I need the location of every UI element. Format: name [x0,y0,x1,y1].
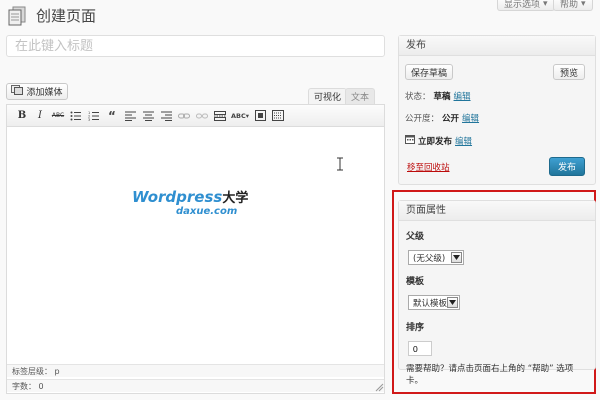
watermark-word-top: Wordpress [132,188,223,206]
align-center-icon[interactable] [139,107,157,125]
template-select-value: 默认模板 [413,298,448,309]
tag-path-value[interactable]: p [55,367,60,376]
parent-select-value: (无父级) [413,253,446,264]
publish-box: 发布 保存草稿 预览 状态： 草稿 编辑 公开度： 公开 编辑 立即发布 编辑 … [398,35,596,185]
word-count-label: 字数： [12,382,36,391]
order-label: 排序 [406,323,425,333]
order-input[interactable] [408,341,432,356]
help-tab[interactable]: 帮助 ▾ [553,0,593,11]
watermark-word-bottom: daxue.com [176,206,238,217]
visibility-value: 公开 [442,114,460,124]
italic-icon[interactable]: I [31,107,49,125]
tab-text[interactable]: 文本 [345,88,376,104]
chevron-down-icon: ▾ [543,0,548,9]
svg-text:3: 3 [88,118,90,121]
page-title: 创建页面 [36,7,97,25]
template-label: 模板 [406,277,425,287]
save-draft-button[interactable]: 保存草稿 [405,64,453,80]
media-icon [11,85,24,98]
tag-path-bar: 标签层级： p [7,364,384,377]
help-label: 帮助 [560,0,579,10]
fullscreen-icon[interactable] [251,107,269,125]
help-text: 需要帮助？请点击页面右上角的 “帮助” 选项卡。 [406,364,574,386]
blockquote-icon[interactable]: “ [103,107,121,125]
strikethrough-icon[interactable]: ABC [49,107,67,125]
schedule-edit-link[interactable]: 编辑 [455,135,472,147]
tab-visual[interactable]: 可视化 [308,88,348,104]
word-count-value: 0 [38,382,44,391]
more-tag-icon[interactable] [211,107,229,125]
page-attributes-box: 页面属性 父级 (无父级) 模板 默认模板 排序 需要帮助？请点击页面右上角的 … [398,200,596,386]
watermark-logo: Wordpress大学 daxue.com [132,188,272,218]
watermark-word-cn: 大学 [222,191,249,206]
spellcheck-icon[interactable]: ABC▾ [229,107,251,125]
visibility-edit-link[interactable]: 编辑 [462,112,479,124]
screen-options-label: 显示选项 [504,0,541,10]
pages-icon [8,6,26,26]
schedule-value: 立即发布 [418,136,453,147]
screen-options-tab[interactable]: 显示选项 ▾ [497,0,555,11]
preview-button[interactable]: 预览 [553,64,585,80]
parent-select[interactable]: (无父级) [408,250,464,265]
resize-handle-icon[interactable] [374,382,384,392]
chevron-down-icon [451,252,462,263]
align-left-icon[interactable] [121,107,139,125]
page-attributes-title: 页面属性 [399,201,595,221]
status-value: 草稿 [433,92,451,102]
link-icon[interactable] [175,107,193,125]
kitchen-sink-icon[interactable] [269,107,287,125]
add-media-label: 添加媒体 [26,88,63,98]
add-media-button[interactable]: 添加媒体 [6,83,68,100]
title-input[interactable] [6,35,385,57]
align-right-icon[interactable] [157,107,175,125]
tag-path-label: 标签层级： [12,367,52,376]
chevron-down-icon [447,297,458,308]
unlink-icon[interactable] [193,107,211,125]
bold-icon[interactable]: B [13,107,31,125]
chevron-down-icon: ▾ [581,0,586,9]
publish-button[interactable]: 发布 [549,157,585,176]
status-label: 状态： [405,92,431,102]
status-edit-link[interactable]: 编辑 [454,90,471,102]
template-select[interactable]: 默认模板 [408,295,460,310]
numbered-list-icon[interactable]: 123 [85,107,103,125]
parent-label: 父级 [406,232,425,242]
word-count-bar: 字数： 0 [7,379,384,392]
editor-toolbar: B I ABC 123 “ ABC▾ [7,105,384,127]
bullet-list-icon[interactable] [67,107,85,125]
visibility-label: 公开度： [405,114,440,124]
content-editor[interactable]: B I ABC 123 “ ABC▾ Wordpress大学 daxue.com… [6,104,385,394]
visibility-row: 公开度： 公开 编辑 [405,112,479,124]
calendar-icon [405,134,415,147]
status-row: 状态： 草稿 编辑 [405,90,471,102]
publish-box-title: 发布 [399,36,595,56]
move-to-trash-link[interactable]: 移至回收站 [407,161,450,173]
text-cursor-icon [336,157,344,174]
schedule-row: 立即发布 编辑 [405,134,472,147]
